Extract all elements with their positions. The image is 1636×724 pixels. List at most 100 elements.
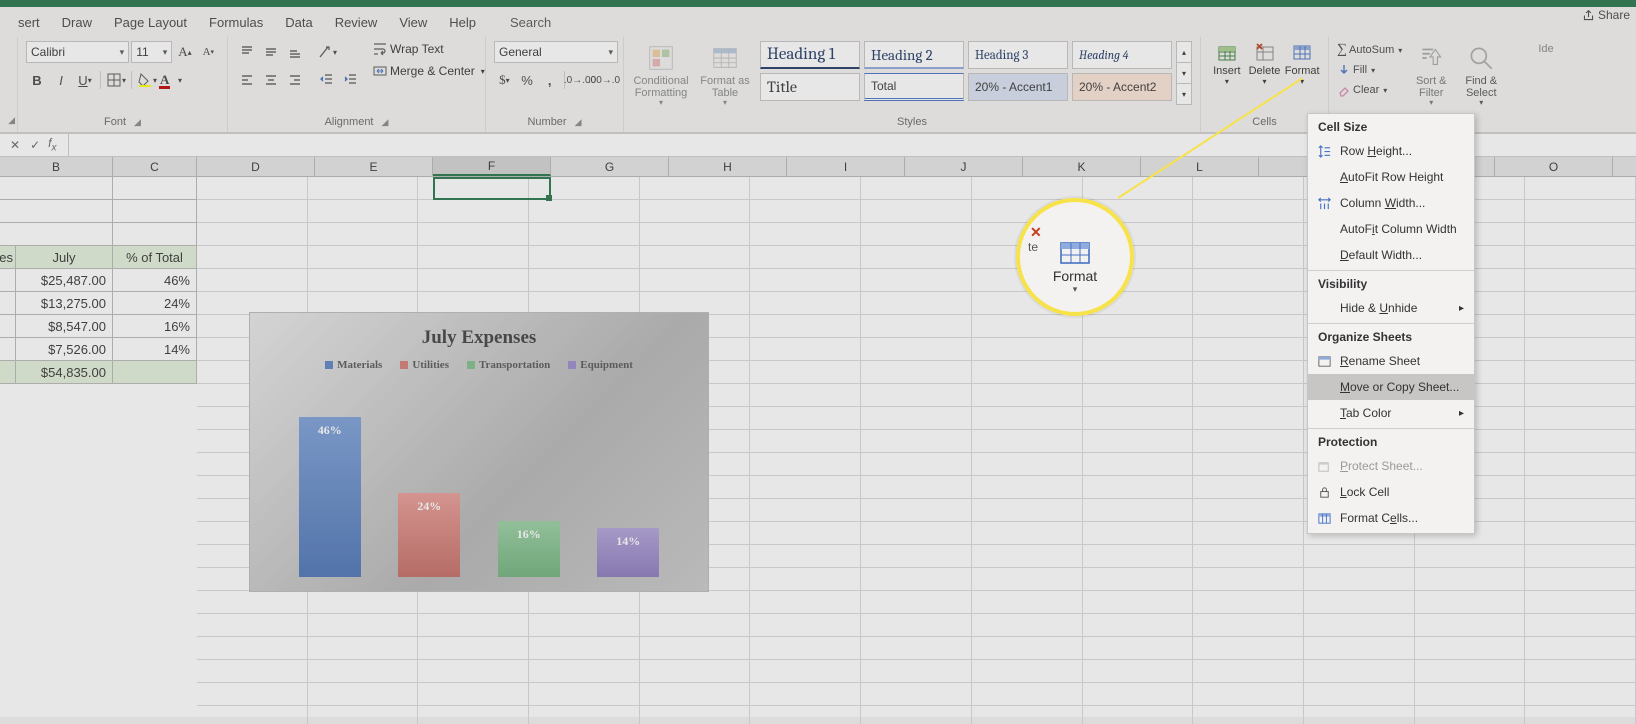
align-top-icon[interactable] xyxy=(236,41,258,63)
style-accent2[interactable]: 20% - Accent2 xyxy=(1072,73,1172,101)
menu-autofit-row[interactable]: AutoFit Row Height xyxy=(1308,164,1474,190)
cell-header-A[interactable]: es xyxy=(0,246,16,269)
cell-header-pct[interactable]: % of Total xyxy=(113,246,197,269)
style-heading3[interactable]: Heading 3 xyxy=(968,41,1068,69)
menu-row-height[interactable]: Row Height... xyxy=(1308,138,1474,164)
col-G[interactable]: G xyxy=(551,157,669,176)
menu-tab-color[interactable]: Tab Color▸ xyxy=(1308,400,1474,426)
cell-r4-july[interactable]: $7,526.00 xyxy=(16,338,113,361)
tab-draw[interactable]: Draw xyxy=(62,15,92,30)
delete-cells-button[interactable]: Delete▾ xyxy=(1247,41,1283,86)
italic-button[interactable]: I xyxy=(50,69,72,91)
menu-rename-sheet[interactable]: Rename Sheet xyxy=(1308,348,1474,374)
cell-r1-pct[interactable]: 46% xyxy=(113,269,197,292)
merge-center-button[interactable]: Merge & Center ▾ xyxy=(372,63,502,79)
font-dialog-launcher[interactable]: ◢ xyxy=(134,117,141,128)
col-K[interactable]: K xyxy=(1023,157,1141,176)
tab-pagelayout[interactable]: Page Layout xyxy=(114,15,187,30)
ideas-button[interactable]: Ide xyxy=(1537,41,1555,55)
font-name-combo[interactable]: Calibri▾ xyxy=(26,41,129,63)
menu-default-width[interactable]: Default Width... xyxy=(1308,242,1474,268)
style-total[interactable]: Total xyxy=(864,73,964,101)
cell-header-july[interactable]: July xyxy=(16,246,113,269)
bold-button[interactable]: B xyxy=(26,69,48,91)
find-select-button[interactable]: Find &Select▾ xyxy=(1460,41,1502,108)
clear-button[interactable]: Clear▾ xyxy=(1337,81,1402,99)
fill-button[interactable]: Fill▾ xyxy=(1337,61,1402,79)
col-E[interactable]: E xyxy=(315,157,433,176)
cell-total-july[interactable]: $54,835.00 xyxy=(16,361,113,384)
font-size-combo[interactable]: 11▾ xyxy=(131,41,172,63)
tab-formulas[interactable]: Formulas xyxy=(209,15,263,30)
format-as-table-button[interactable]: Format asTable▾ xyxy=(696,41,754,108)
tab-insert[interactable]: sert xyxy=(18,15,40,30)
clipboard-dialog-launcher[interactable]: ◢ xyxy=(8,115,15,126)
style-accent1[interactable]: 20% - Accent1 xyxy=(968,73,1068,101)
fx-icon[interactable]: fx xyxy=(48,136,56,153)
font-color-button[interactable]: A▾ xyxy=(160,69,182,91)
menu-hide-unhide[interactable]: Hide & Unhide▸ xyxy=(1308,295,1474,321)
number-dialog-launcher[interactable]: ◢ xyxy=(575,117,582,128)
tab-view[interactable]: View xyxy=(399,15,427,30)
search-box[interactable]: Search xyxy=(504,15,551,30)
align-middle-icon[interactable] xyxy=(260,41,282,63)
menu-autofit-column[interactable]: AutoFit Column Width xyxy=(1308,216,1474,242)
sort-filter-button[interactable]: Sort &Filter▾ xyxy=(1410,41,1452,108)
col-L[interactable]: L xyxy=(1141,157,1259,176)
alignment-dialog-launcher[interactable]: ◢ xyxy=(382,117,389,128)
cell-r3-pct[interactable]: 16% xyxy=(113,315,197,338)
style-heading4[interactable]: Heading 4 xyxy=(1072,41,1172,69)
conditional-formatting-button[interactable]: ConditionalFormatting▾ xyxy=(632,41,690,108)
tab-review[interactable]: Review xyxy=(335,15,378,30)
percent-format-button[interactable]: % xyxy=(517,69,538,91)
decrease-decimal-button[interactable]: .00→.0 xyxy=(593,69,615,91)
enter-formula-icon[interactable]: ✓ xyxy=(30,138,40,153)
style-title[interactable]: Title xyxy=(760,73,860,101)
cell-styles-gallery[interactable]: Heading 1 Heading 2 Heading 3 Heading 4 … xyxy=(760,41,1192,105)
cell-r2-july[interactable]: $13,275.00 xyxy=(16,292,113,315)
col-C[interactable]: C xyxy=(113,157,197,176)
insert-cells-button[interactable]: Insert▾ xyxy=(1209,41,1245,86)
cell-total-pct[interactable] xyxy=(113,361,197,384)
autosum-button[interactable]: ∑AutoSum▾ xyxy=(1337,41,1402,59)
decrease-font-icon[interactable]: A▾ xyxy=(198,41,219,63)
wrap-text-button[interactable]: Wrap Text xyxy=(372,41,482,57)
menu-lock-cell[interactable]: Lock Cell xyxy=(1308,479,1474,505)
menu-move-copy-sheet[interactable]: Move or Copy Sheet... xyxy=(1308,374,1474,400)
align-bottom-icon[interactable] xyxy=(284,41,306,63)
col-J[interactable]: J xyxy=(905,157,1023,176)
col-F[interactable]: F xyxy=(433,157,551,176)
decrease-indent-icon[interactable] xyxy=(316,69,338,91)
tab-help[interactable]: Help xyxy=(449,15,476,30)
style-heading1[interactable]: Heading 1 xyxy=(760,41,860,69)
align-right-icon[interactable] xyxy=(284,69,306,91)
embedded-chart[interactable]: July Expenses Materials Utilities Transp… xyxy=(249,312,709,592)
style-heading2[interactable]: Heading 2 xyxy=(864,41,964,69)
align-center-icon[interactable] xyxy=(260,69,282,91)
col-H[interactable]: H xyxy=(669,157,787,176)
increase-font-icon[interactable]: A▴ xyxy=(174,41,195,63)
cancel-formula-icon[interactable]: ✕ xyxy=(10,138,20,153)
align-left-icon[interactable] xyxy=(236,69,258,91)
share-button[interactable]: Share xyxy=(1582,8,1630,22)
accounting-format-button[interactable]: $▾ xyxy=(494,69,515,91)
col-I[interactable]: I xyxy=(787,157,905,176)
comma-format-button[interactable]: , xyxy=(539,69,560,91)
number-format-combo[interactable]: General▾ xyxy=(494,41,618,63)
col-O[interactable]: O xyxy=(1495,157,1613,176)
menu-format-cells[interactable]: Format Cells... xyxy=(1308,505,1474,531)
underline-button[interactable]: U▾ xyxy=(74,69,96,91)
borders-button[interactable]: ▾ xyxy=(105,69,127,91)
col-B[interactable]: B xyxy=(0,157,113,176)
cell-r1-july[interactable]: $25,487.00 xyxy=(16,269,113,292)
cell-r2-pct[interactable]: 24% xyxy=(113,292,197,315)
gallery-spinner[interactable]: ▴▾▾ xyxy=(1176,41,1192,105)
cell-r3-july[interactable]: $8,547.00 xyxy=(16,315,113,338)
orientation-button[interactable]: ▾ xyxy=(316,41,338,63)
fill-color-button[interactable]: ▾ xyxy=(136,69,158,91)
col-D[interactable]: D xyxy=(197,157,315,176)
tab-data[interactable]: Data xyxy=(285,15,312,30)
cell-r4-pct[interactable]: 14% xyxy=(113,338,197,361)
increase-indent-icon[interactable] xyxy=(340,69,362,91)
menu-column-width[interactable]: Column Width... xyxy=(1308,190,1474,216)
